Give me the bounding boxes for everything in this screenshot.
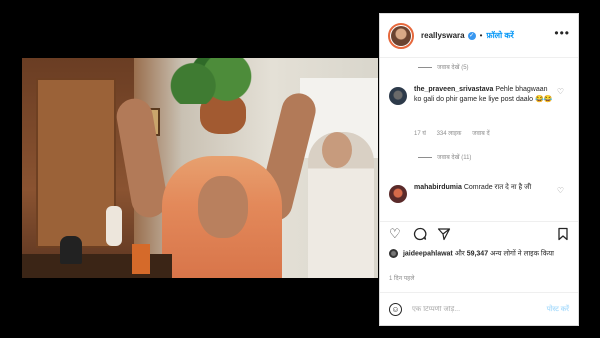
post-photo[interactable]: › xyxy=(22,58,378,278)
paper-plane-icon[interactable] xyxy=(437,227,451,244)
comment-text: mahabirdumia Comrade रात दे ना है जी xyxy=(414,183,554,193)
comment-meta: 17 घं 334 लाइक जवाब दें xyxy=(414,129,499,137)
post-side-panel: reallyswara ✓ • फ़ॉलो करें ••• जवाब देखे… xyxy=(379,13,579,326)
avatar-image xyxy=(391,25,411,46)
bookmark-icon[interactable] xyxy=(557,227,569,244)
paper-plane-svg xyxy=(437,228,451,241)
likes-summary: jaideepahlawat और 59,347 अन्य लोगों ने ल… xyxy=(389,249,574,259)
author-username[interactable]: reallyswara xyxy=(421,31,465,40)
photo-face xyxy=(198,176,248,238)
reply-button[interactable]: जवाब दें xyxy=(472,131,490,137)
view-replies-link[interactable]: जवाब देखें (11) xyxy=(418,153,471,161)
verified-badge-icon: ✓ xyxy=(467,31,476,40)
photo-man-head xyxy=(322,132,352,168)
screen: › reallyswara ✓ • फ़ॉलो करें ••• जवाब दे… xyxy=(0,0,600,338)
view-replies-label: जवाब देखें (11) xyxy=(437,155,472,161)
separator-dot: • xyxy=(479,31,483,40)
likes-prefix: और xyxy=(454,250,465,258)
photo-bottle xyxy=(132,244,150,274)
comment-time: 17 घं xyxy=(414,131,426,137)
post-header: reallyswara ✓ • फ़ॉलो करें ••• xyxy=(380,14,578,58)
view-replies-label: जवाब देखें (5) xyxy=(437,65,469,71)
photo-cat-figurine xyxy=(60,236,82,264)
comment-likes-count[interactable]: 334 लाइक xyxy=(437,131,462,137)
post-actions: ♡ xyxy=(380,221,578,247)
replies-line xyxy=(418,156,432,158)
follow-button[interactable]: फ़ॉलो करें xyxy=(486,30,513,41)
post-time: 1 दिन पहले xyxy=(389,276,415,282)
likes-suffix: अन्य लोगों ने लाइक किया xyxy=(490,250,554,258)
photo-door xyxy=(36,78,116,248)
photo-lamp xyxy=(106,206,122,246)
smiley-icon[interactable]: ☺ xyxy=(389,302,402,316)
post-comment-button[interactable]: पोस्ट करें xyxy=(547,305,569,314)
comment-body: Comrade रात दे ना है जी xyxy=(463,184,532,191)
view-replies-link[interactable]: जवाब देखें (5) xyxy=(418,63,469,71)
add-comment-bar: ☺ पोस्ट करें xyxy=(380,292,578,325)
commenter-avatar[interactable] xyxy=(389,87,407,105)
comment-input[interactable] xyxy=(412,305,522,313)
commenter-username[interactable]: mahabirdumia xyxy=(414,184,462,191)
commenter-avatar[interactable] xyxy=(389,185,407,203)
author-avatar[interactable] xyxy=(388,22,414,49)
liker-username[interactable]: jaideepahlawat xyxy=(403,250,453,257)
comments-list[interactable]: जवाब देखें (5) the_praveen_srivastava Pe… xyxy=(380,59,578,221)
liker-avatar[interactable] xyxy=(389,249,398,258)
comment-text: the_praveen_srivastava Pehle bhagwaan ko… xyxy=(414,85,554,105)
comment-bubble-icon[interactable] xyxy=(413,227,427,244)
comment-bubble-svg xyxy=(413,227,427,241)
photo-plant xyxy=(168,58,252,104)
commenter-username[interactable]: the_praveen_srivastava xyxy=(414,86,493,93)
heart-outline-icon[interactable]: ♡ xyxy=(389,227,401,241)
more-options-icon[interactable]: ••• xyxy=(554,26,570,40)
bookmark-svg xyxy=(558,227,568,241)
replies-line xyxy=(418,66,432,68)
comment-like-icon[interactable]: ♡ xyxy=(557,186,564,195)
comment-like-icon[interactable]: ♡ xyxy=(557,87,564,96)
likes-count[interactable]: 59,347 xyxy=(467,250,488,257)
